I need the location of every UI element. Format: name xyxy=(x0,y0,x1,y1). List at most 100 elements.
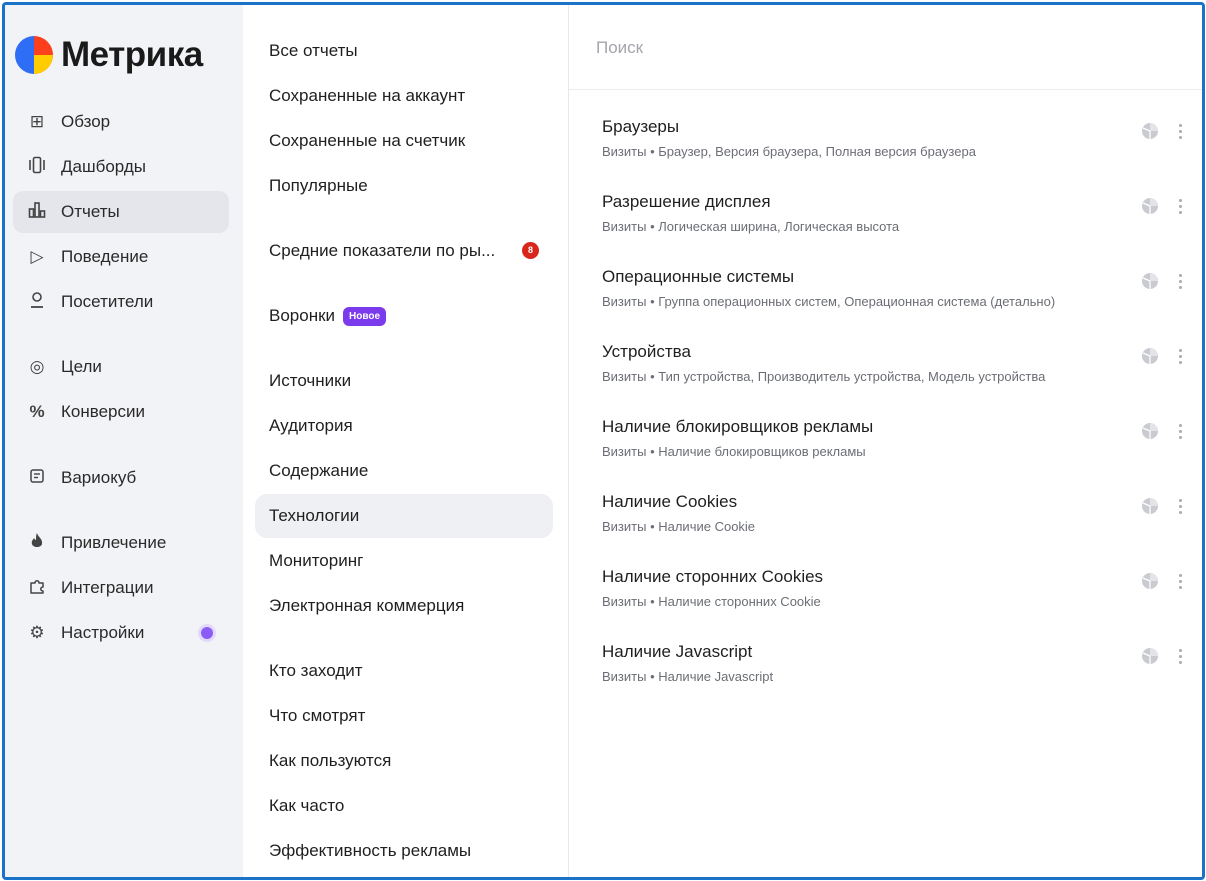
sidebar-item-reports[interactable]: Отчеты xyxy=(13,191,229,233)
report-subtitle: Визиты • Браузер, Версия браузера, Полна… xyxy=(602,144,976,159)
more-menu-icon[interactable] xyxy=(1172,569,1188,593)
gear-icon: ⚙ xyxy=(29,623,45,642)
sidebar-item-label: Интеграции xyxy=(61,578,154,597)
more-menu-icon[interactable] xyxy=(1172,344,1188,368)
report-subtitle: Визиты • Наличие сторонних Cookie xyxy=(602,594,821,609)
more-menu-icon[interactable] xyxy=(1172,194,1188,218)
pie-chart-icon[interactable] xyxy=(1140,421,1160,441)
new-badge: Новое xyxy=(343,306,387,326)
category-monitoring[interactable]: Мониторинг xyxy=(255,539,553,583)
sidebar-item-label: Отчеты xyxy=(61,202,120,221)
category-all-reports[interactable]: Все отчеты xyxy=(255,29,553,73)
sidebar-item-behavior[interactable]: ▷ Поведение xyxy=(13,236,229,278)
variocube-icon xyxy=(27,468,47,489)
sidebar-item-label: Вариокуб xyxy=(61,468,137,487)
report-item[interactable]: Наличие блокировщиков рекламы Визиты • На… xyxy=(602,417,1182,477)
sidebar-item-variocube[interactable]: Вариокуб xyxy=(13,457,229,499)
sidebar-item-dashboards[interactable]: Дашборды xyxy=(13,146,229,188)
category-funnels[interactable]: Воронки Новое xyxy=(255,294,553,338)
report-subtitle: Визиты • Наличие Cookie xyxy=(602,519,756,534)
report-subtitle: Визиты • Группа операционных систем, Опе… xyxy=(602,294,1056,309)
category-what-viewed[interactable]: Что смотрят xyxy=(255,694,553,738)
report-title: Наличие сторонних Cookies xyxy=(602,567,824,586)
metrika-logo-icon xyxy=(15,36,53,74)
report-title: Разрешение дисплея xyxy=(602,192,771,211)
category-ecommerce[interactable]: Электронная коммерция xyxy=(255,584,553,628)
category-ad-effectiveness[interactable]: Эффективность рекламы xyxy=(255,829,553,873)
report-item[interactable]: Устройства Визиты • Тип устройства, Произ… xyxy=(602,342,1182,402)
more-menu-icon[interactable] xyxy=(1172,419,1188,443)
sidebar-item-label: Конверсии xyxy=(61,402,145,421)
reports-icon xyxy=(27,201,47,224)
grid-icon: ⊞ xyxy=(29,112,45,131)
more-menu-icon[interactable] xyxy=(1172,119,1188,143)
target-icon: ◎ xyxy=(29,357,45,376)
sidebar-item-settings[interactable]: ⚙ Настройки xyxy=(13,612,229,654)
category-market-averages[interactable]: Средние показатели по ры... 8 xyxy=(255,229,553,273)
report-item[interactable]: Операционные системы Визиты • Группа опер… xyxy=(602,267,1182,327)
sidebar-item-conversions[interactable]: % Конверсии xyxy=(13,391,229,433)
report-categories: Все отчеты Сохраненные на аккаунт Сохран… xyxy=(243,5,569,877)
report-subtitle: Визиты • Наличие Javascript xyxy=(602,669,774,684)
sidebar-item-label: Настройки xyxy=(61,623,145,642)
report-subtitle: Визиты • Наличие блокировщиков рекламы xyxy=(602,444,866,459)
play-icon: ▷ xyxy=(30,247,44,266)
app-window: Метрика ⊞ Обзор Дашборды Отчеты ▷ Поведе… xyxy=(2,2,1205,880)
report-title: Наличие блокировщиков рекламы xyxy=(602,417,874,436)
puzzle-icon xyxy=(27,577,47,600)
category-who-visits[interactable]: Кто заходит xyxy=(255,649,553,693)
pie-chart-icon[interactable] xyxy=(1140,271,1160,291)
sidebar-item-visitors[interactable]: Посетители xyxy=(13,281,229,323)
report-item[interactable]: Разрешение дисплея Визиты • Логическая ши… xyxy=(602,192,1182,252)
category-how-used[interactable]: Как пользуются xyxy=(255,739,553,783)
search-input[interactable] xyxy=(594,33,1118,63)
sidebar: Метрика ⊞ Обзор Дашборды Отчеты ▷ Поведе… xyxy=(5,5,243,877)
category-content[interactable]: Содержание xyxy=(255,449,553,493)
report-title: Браузеры xyxy=(602,117,680,136)
user-icon xyxy=(27,291,47,314)
pie-chart-icon[interactable] xyxy=(1140,646,1160,666)
logo[interactable]: Метрика xyxy=(15,35,203,75)
dashboards-icon xyxy=(27,156,47,179)
category-saved-counter[interactable]: Сохраненные на счетчик xyxy=(255,119,553,163)
report-item[interactable]: Наличие сторонних Cookies Визиты • Наличи… xyxy=(602,567,1182,627)
sidebar-item-label: Привлечение xyxy=(61,533,167,552)
percent-icon: % xyxy=(29,402,45,421)
sidebar-item-label: Цели xyxy=(61,357,102,376)
search-bar xyxy=(569,5,1202,90)
pie-chart-icon[interactable] xyxy=(1140,571,1160,591)
report-subtitle: Визиты • Тип устройства, Производитель у… xyxy=(602,369,1046,384)
more-menu-icon[interactable] xyxy=(1172,269,1188,293)
report-subtitle: Визиты • Логическая ширина, Логическая в… xyxy=(602,219,900,234)
category-technologies[interactable]: Технологии xyxy=(255,494,553,538)
sidebar-item-overview[interactable]: ⊞ Обзор xyxy=(13,101,229,143)
report-item[interactable]: Наличие Javascript Визиты • Наличие Javas… xyxy=(602,642,1182,702)
more-menu-icon[interactable] xyxy=(1172,494,1188,518)
more-menu-icon[interactable] xyxy=(1172,644,1188,668)
sidebar-item-acquisition[interactable]: Привлечение xyxy=(13,522,229,564)
sidebar-item-label: Поведение xyxy=(61,247,149,266)
report-title: Устройства xyxy=(602,342,691,361)
report-item[interactable]: Наличие Cookies Визиты • Наличие Cookie xyxy=(602,492,1182,552)
notification-dot xyxy=(201,627,213,639)
pie-chart-icon[interactable] xyxy=(1140,496,1160,516)
flame-icon xyxy=(27,532,47,555)
sidebar-item-label: Обзор xyxy=(61,112,111,131)
brand-name: Метрика xyxy=(61,35,203,74)
category-sources[interactable]: Источники xyxy=(255,359,553,403)
pie-chart-icon[interactable] xyxy=(1140,196,1160,216)
report-title: Наличие Cookies xyxy=(602,492,738,511)
category-how-often[interactable]: Как часто xyxy=(255,784,553,828)
alert-badge: 8 xyxy=(522,242,539,259)
category-audience[interactable]: Аудитория xyxy=(255,404,553,448)
pie-chart-icon[interactable] xyxy=(1140,346,1160,366)
sidebar-item-integrations[interactable]: Интеграции xyxy=(13,567,229,609)
pie-chart-icon[interactable] xyxy=(1140,121,1160,141)
sidebar-item-label: Дашборды xyxy=(61,157,146,176)
reports-panel: Браузеры Визиты • Браузер, Версия браузер… xyxy=(569,5,1202,877)
sidebar-item-goals[interactable]: ◎ Цели xyxy=(13,346,229,388)
sidebar-item-label: Посетители xyxy=(61,292,154,311)
report-item[interactable]: Браузеры Визиты • Браузер, Версия браузер… xyxy=(602,117,1182,177)
category-saved-account[interactable]: Сохраненные на аккаунт xyxy=(255,74,553,118)
category-popular[interactable]: Популярные xyxy=(255,164,553,208)
